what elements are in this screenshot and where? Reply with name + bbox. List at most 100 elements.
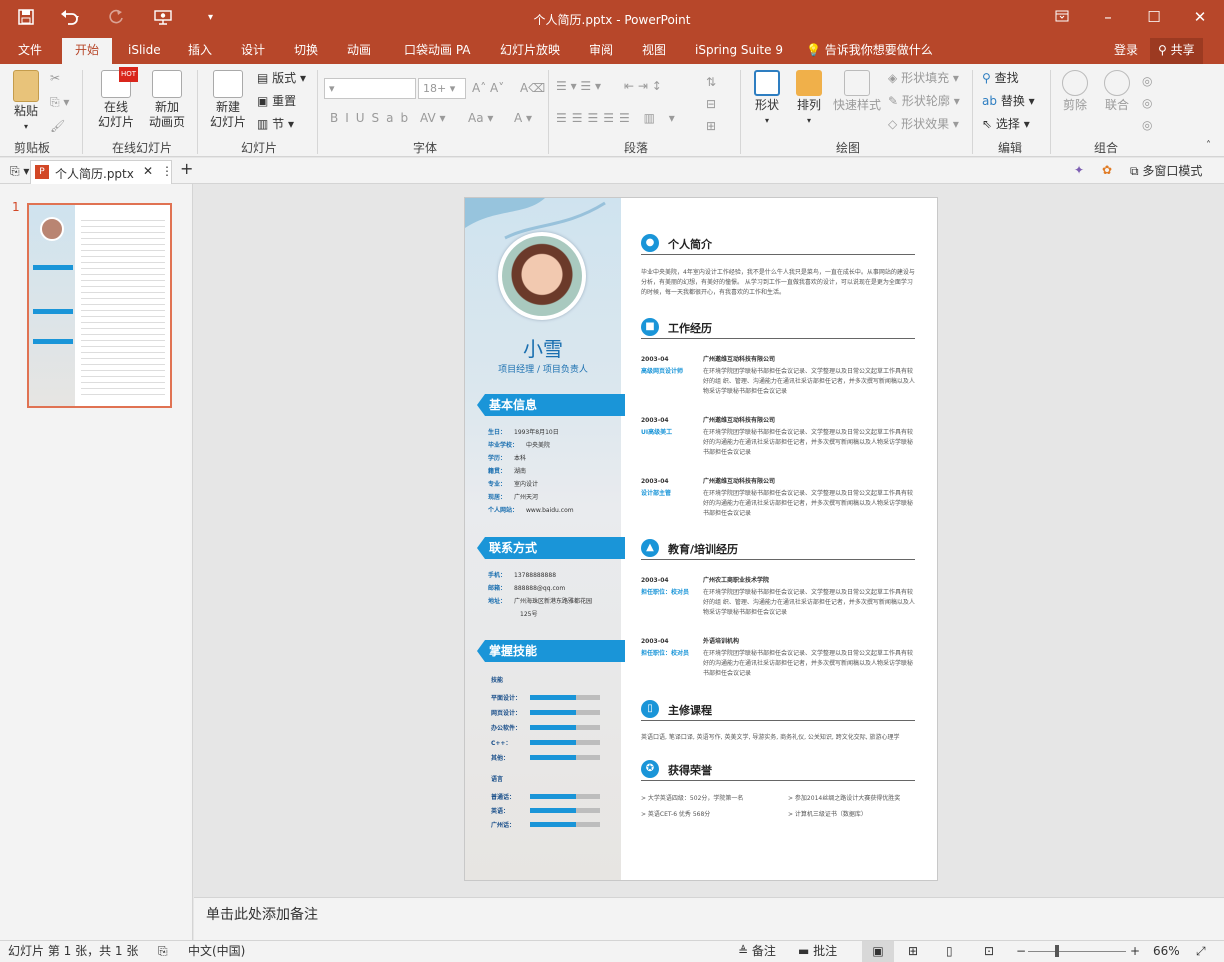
comments-button[interactable]: ▬ 批注	[798, 941, 837, 961]
tab-design[interactable]: 设计	[233, 38, 273, 64]
multi-window-label: 多窗口模式	[1142, 164, 1203, 178]
new-slide-button[interactable]: 新建 幻灯片	[202, 70, 254, 130]
tab-islide[interactable]: iSlide	[120, 38, 169, 64]
notes-pane[interactable]: 单击此处添加备注	[194, 897, 1224, 940]
reading-view-icon[interactable]: ▯	[946, 941, 953, 961]
tab-more-icon[interactable]: ⋮	[161, 164, 173, 178]
tab-review[interactable]: 审阅	[581, 38, 621, 64]
smartart-icon[interactable]: ⊞	[706, 118, 716, 134]
education-title: 教育/培训经历	[668, 543, 739, 556]
fragment-icons[interactable]: ◎ ◎ ◎	[1142, 70, 1152, 136]
group-label-clipboard: 剪贴板	[14, 141, 51, 155]
slideshow-icon[interactable]: ⊡	[984, 941, 994, 961]
shape-effect-button[interactable]: ◇ 形状效果 ▾	[888, 116, 959, 132]
contact-value: 广州海珠区新港东路雅都花园	[514, 598, 593, 605]
paste-button[interactable]: 粘贴 ▾	[8, 70, 44, 134]
zoom-level[interactable]: 66%	[1153, 941, 1180, 961]
select-button[interactable]: ⇖ 选择 ▾	[982, 116, 1030, 132]
zoom-slider[interactable]	[1028, 951, 1126, 952]
contact-row: 地址： 广州海珠区新港东路雅都花园	[488, 598, 592, 606]
clear-format-icon[interactable]: A⌫	[520, 80, 545, 96]
tab-file[interactable]: 文件	[10, 38, 50, 64]
zoom-in-icon[interactable]: +	[1130, 941, 1140, 961]
close-tab-icon[interactable]: ✕	[143, 164, 153, 178]
collapse-ribbon-icon[interactable]: ˄	[1206, 138, 1211, 154]
shape-outline-button[interactable]: ✎ 形状轮廓 ▾	[888, 93, 960, 109]
skill-label: 平面设计：	[491, 695, 522, 702]
basic-info-heading: 基本信息	[477, 394, 625, 416]
tab-insert[interactable]: 插入	[180, 38, 220, 64]
shapes-button[interactable]: 形状 ▾	[748, 70, 786, 128]
font-size-select[interactable]: 18+ ▾	[418, 78, 466, 99]
language-indicator[interactable]: 中文(中国)	[188, 941, 245, 961]
replace-icon: ab	[982, 94, 997, 108]
char-spacing-icon[interactable]: AV ▾	[420, 110, 446, 126]
spellcheck-icon[interactable]: ⎘	[158, 941, 168, 961]
contact-row: 125号	[488, 611, 537, 619]
tab-menu-icon[interactable]: ⎘ ▾	[10, 163, 29, 179]
shape-fill-button[interactable]: ◈ 形状填充 ▾	[888, 70, 959, 86]
grow-font-icon[interactable]: A˄ A˅	[472, 80, 504, 96]
subtract-icon	[1062, 70, 1088, 96]
subtract-button[interactable]: 剪除	[1058, 70, 1092, 113]
login-link[interactable]: 登录	[1106, 38, 1146, 64]
font-style-icons[interactable]: BIUSab	[330, 110, 415, 126]
slide-thumbnail[interactable]	[27, 203, 172, 408]
arrange-button[interactable]: 排列 ▾	[790, 70, 828, 128]
copy-icon[interactable]: ⎘ ▾	[50, 94, 69, 110]
share-button[interactable]: ⚲ 共享	[1150, 38, 1203, 64]
ribbon-display-icon[interactable]	[1048, 8, 1076, 26]
tab-home[interactable]: 开始	[62, 38, 112, 64]
new-animation-page-button[interactable]: 新加 动画页	[143, 70, 191, 130]
text-direction-icon[interactable]: ⇅	[706, 74, 716, 90]
tab-slideshow[interactable]: 幻灯片放映	[492, 38, 568, 64]
slide[interactable]: 小雪 项目经理 / 项目负责人 基本信息 联系方式 掌握技能 技能 语言 ● 个…	[464, 197, 938, 881]
section-button[interactable]: ▥ 节 ▾	[257, 116, 294, 132]
document-tab[interactable]: P 个人简历.pptx ✕ ⋮	[30, 160, 173, 184]
quick-styles-button[interactable]: 快速样式	[830, 70, 884, 113]
normal-view-icon[interactable]: ▣	[862, 941, 894, 962]
basic-info-row: 籍贯： 湖南	[488, 468, 526, 476]
font-family-select[interactable]: ▾	[324, 78, 416, 99]
find-button[interactable]: ⚲ 查找	[982, 70, 1019, 86]
font-color-icon[interactable]: A ▾	[514, 110, 532, 126]
union-button[interactable]: 联合	[1100, 70, 1134, 113]
tell-me-box[interactable]: 💡 告诉我你想要做什么	[798, 38, 941, 64]
zoom-out-icon[interactable]: −	[1016, 941, 1026, 961]
slide-editing-area: 小雪 项目经理 / 项目负责人 基本信息 联系方式 掌握技能 技能 语言 ● 个…	[194, 184, 1224, 897]
layout-button[interactable]: ▤ 版式 ▾	[257, 70, 306, 86]
tab-transitions[interactable]: 切换	[286, 38, 326, 64]
close-icon[interactable]: ✕	[1186, 8, 1214, 26]
fit-to-window-icon[interactable]: ⤢	[1196, 941, 1206, 961]
format-painter-icon[interactable]: 🖌	[50, 118, 65, 134]
thumb-tag	[33, 339, 73, 344]
multi-window-button[interactable]: ⧉ 多窗口模式	[1130, 163, 1202, 179]
tab-ispring[interactable]: iSpring Suite 9	[687, 38, 791, 64]
align-icons[interactable]: ☰☰☰☰☰ ▥ ▾	[556, 110, 680, 126]
slide-sorter-icon[interactable]: ⊞	[908, 941, 918, 961]
replace-button[interactable]: ab 替换 ▾	[982, 93, 1035, 109]
minimize-icon[interactable]: –	[1094, 8, 1122, 26]
tab-view[interactable]: 视图	[634, 38, 674, 64]
cut-icon[interactable]: ✂	[50, 70, 60, 86]
online-slide-icon: HOT	[101, 67, 138, 98]
indent-icons[interactable]: ⇤ ⇥ ↕	[624, 78, 662, 94]
reset-button[interactable]: ▣ 重置	[257, 93, 296, 109]
edu-entry: 2003-04 担任职位：校对员 广州农工商职业技术学院 在环境学院团学联秘书部担任会…	[641, 576, 915, 631]
maximize-icon[interactable]: ☐	[1140, 8, 1168, 26]
tab-pocket-animation[interactable]: 口袋动画 PA	[396, 38, 479, 64]
zoom-slider-thumb[interactable]	[1055, 945, 1059, 957]
avatar-frame	[498, 232, 586, 320]
avatar	[502, 236, 582, 316]
notes-button[interactable]: ≜ 备注	[738, 941, 776, 961]
edu-date: 2003-04	[641, 577, 669, 584]
online-slide-button[interactable]: HOT 在线 幻灯片	[90, 67, 142, 130]
islide-icon[interactable]: ✦	[1074, 162, 1084, 178]
change-case-icon[interactable]: Aa ▾	[468, 110, 493, 126]
settings-icon[interactable]: ✿	[1102, 162, 1112, 178]
tab-animations[interactable]: 动画	[339, 38, 379, 64]
align-text-icon[interactable]: ⊟	[706, 96, 716, 112]
bullets-icon[interactable]: ☰ ▾ ☰ ▾	[556, 78, 601, 94]
new-tab-icon[interactable]: +	[180, 161, 193, 177]
slide-thumbnail-pane: 1	[0, 184, 193, 940]
